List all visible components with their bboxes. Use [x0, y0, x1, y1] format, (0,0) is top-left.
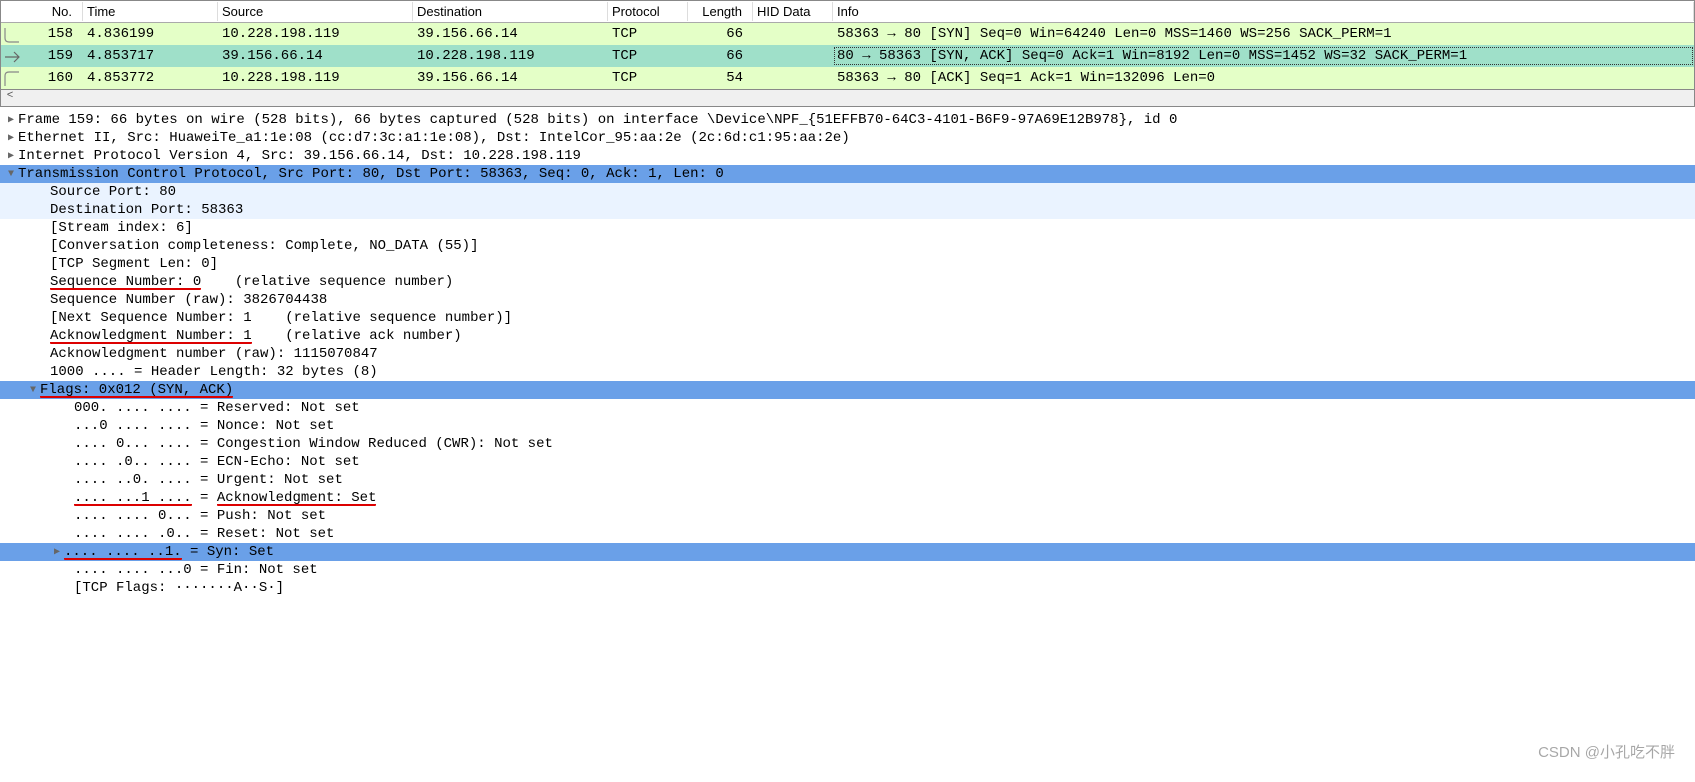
- packet-list: No. Time Source Destination Protocol Len…: [0, 0, 1695, 89]
- tcp-seq[interactable]: Sequence Number: 0 (relative sequence nu…: [0, 273, 1695, 291]
- flag-ecn[interactable]: .... .0.. .... = ECN-Echo: Not set: [0, 453, 1695, 471]
- cell-proto: TCP: [608, 68, 688, 88]
- tcp-flags-str[interactable]: [TCP Flags: ·······A··S·]: [0, 579, 1695, 597]
- col-proto-header[interactable]: Protocol: [608, 2, 688, 21]
- flag-push[interactable]: .... .... 0... = Push: Not set: [0, 507, 1695, 525]
- flag-ack[interactable]: .... ...1 .... = Acknowledgment: Set: [0, 489, 1695, 507]
- tcp-conversation[interactable]: [Conversation completeness: Complete, NO…: [0, 237, 1695, 255]
- seq-suffix: (relative sequence number): [201, 274, 453, 290]
- tcp-flags-node[interactable]: ▼Flags: 0x012 (SYN, ACK): [0, 381, 1695, 399]
- collapse-icon[interactable]: ▼: [26, 385, 40, 396]
- cell-len: 66: [688, 46, 753, 66]
- tcp-node[interactable]: ▼Transmission Control Protocol, Src Port…: [0, 165, 1695, 183]
- cell-proto: TCP: [608, 24, 688, 44]
- cell-hid: [753, 76, 833, 80]
- tcp-seq-raw[interactable]: Sequence Number (raw): 3826704438: [0, 291, 1695, 309]
- related-marker-icon: [3, 70, 21, 88]
- tcp-stream[interactable]: [Stream index: 6]: [0, 219, 1695, 237]
- tcp-hlen[interactable]: 1000 .... = Header Length: 32 bytes (8): [0, 363, 1695, 381]
- flag-reset[interactable]: .... .... .0.. = Reset: Not set: [0, 525, 1695, 543]
- cell-info: 58363 → 80 [ACK] Seq=1 Ack=1 Win=132096 …: [833, 68, 1694, 88]
- ip-text: Internet Protocol Version 4, Src: 39.156…: [18, 148, 581, 164]
- cell-time: 4.836199: [83, 24, 218, 44]
- column-header-row: No. Time Source Destination Protocol Len…: [1, 1, 1694, 23]
- horizontal-scrollbar[interactable]: <: [0, 89, 1695, 107]
- col-src-header[interactable]: Source: [218, 2, 413, 21]
- flag-syn[interactable]: ▶.... .... ..1. = Syn: Set: [0, 543, 1695, 561]
- flag-fin[interactable]: .... .... ...0 = Fin: Not set: [0, 561, 1695, 579]
- packet-row-selected[interactable]: 159 4.853717 39.156.66.14 10.228.198.119…: [1, 45, 1694, 67]
- packet-row[interactable]: 160 4.853772 10.228.198.119 39.156.66.14…: [1, 67, 1694, 89]
- expand-icon[interactable]: ▶: [4, 114, 18, 126]
- cell-dst: 10.228.198.119: [413, 46, 608, 66]
- cell-src: 39.156.66.14: [218, 46, 413, 66]
- tcp-ack-raw[interactable]: Acknowledgment number (raw): 1115070847: [0, 345, 1695, 363]
- tcp-seglen[interactable]: [TCP Segment Len: 0]: [0, 255, 1695, 273]
- tcp-srcport[interactable]: Source Port: 80: [0, 183, 1695, 201]
- col-time-header[interactable]: Time: [83, 2, 218, 21]
- cell-len: 66: [688, 24, 753, 44]
- cell-hid: [753, 32, 833, 36]
- scroll-left-icon[interactable]: <: [1, 90, 19, 106]
- frame-node[interactable]: ▶Frame 159: 66 bytes on wire (528 bits),…: [0, 111, 1695, 129]
- packet-row[interactable]: 158 4.836199 10.228.198.119 39.156.66.14…: [1, 23, 1694, 45]
- expand-icon[interactable]: ▶: [4, 150, 18, 162]
- col-dst-header[interactable]: Destination: [413, 2, 608, 21]
- ethernet-node[interactable]: ▶Ethernet II, Src: HuaweiTe_a1:1e:08 (cc…: [0, 129, 1695, 147]
- flag-urg[interactable]: .... ..0. .... = Urgent: Not set: [0, 471, 1695, 489]
- current-marker-icon: [3, 48, 21, 66]
- col-hid-header[interactable]: HID Data: [753, 2, 833, 21]
- cell-no: 159: [1, 46, 83, 66]
- flag-ack-eq: =: [192, 490, 217, 506]
- seq-underlined: Sequence Number: 0: [50, 274, 201, 290]
- related-marker-icon: [3, 26, 21, 44]
- col-info-header[interactable]: Info: [833, 2, 1694, 21]
- ack-suffix: (relative ack number): [252, 328, 462, 344]
- flag-syn-label: = Syn: Set: [182, 544, 274, 560]
- ip-node[interactable]: ▶Internet Protocol Version 4, Src: 39.15…: [0, 147, 1695, 165]
- flag-nonce[interactable]: ...0 .... .... = Nonce: Not set: [0, 417, 1695, 435]
- tcp-text: Transmission Control Protocol, Src Port:…: [18, 166, 724, 182]
- tcp-nextseq[interactable]: [Next Sequence Number: 1 (relative seque…: [0, 309, 1695, 327]
- flag-ack-label: Acknowledgment: Set: [217, 490, 377, 506]
- collapse-icon[interactable]: ▼: [4, 169, 18, 180]
- expand-icon[interactable]: ▶: [4, 132, 18, 144]
- frame-text: Frame 159: 66 bytes on wire (528 bits), …: [18, 112, 1177, 128]
- flags-text: Flags: 0x012 (SYN, ACK): [40, 382, 233, 398]
- cell-hid: [753, 54, 833, 58]
- flag-syn-bits: .... .... ..1.: [64, 544, 182, 560]
- cell-info: 80 → 58363 [SYN, ACK] Seq=0 Ack=1 Win=81…: [833, 46, 1694, 66]
- cell-no: 158: [1, 24, 83, 44]
- cell-info: 58363 → 80 [SYN] Seq=0 Win=64240 Len=0 M…: [833, 24, 1694, 44]
- cell-time: 4.853717: [83, 46, 218, 66]
- flag-ack-bits: .... ...1 ....: [74, 490, 192, 506]
- cell-src: 10.228.198.119: [218, 24, 413, 44]
- cell-dst: 39.156.66.14: [413, 68, 608, 88]
- expand-icon[interactable]: ▶: [50, 546, 64, 558]
- col-no-header[interactable]: No.: [1, 2, 83, 21]
- cell-src: 10.228.198.119: [218, 68, 413, 88]
- tcp-dstport[interactable]: Destination Port: 58363: [0, 201, 1695, 219]
- cell-time: 4.853772: [83, 68, 218, 88]
- cell-no: 160: [1, 68, 83, 88]
- col-len-header[interactable]: Length: [688, 2, 753, 21]
- watermark: CSDN @小孔吃不胖: [1538, 741, 1675, 762]
- packet-details-pane: ▶Frame 159: 66 bytes on wire (528 bits),…: [0, 107, 1695, 627]
- cell-dst: 39.156.66.14: [413, 24, 608, 44]
- tcp-ack[interactable]: Acknowledgment Number: 1 (relative ack n…: [0, 327, 1695, 345]
- cell-len: 54: [688, 68, 753, 88]
- flag-reserved[interactable]: 000. .... .... = Reserved: Not set: [0, 399, 1695, 417]
- cell-proto: TCP: [608, 46, 688, 66]
- flag-cwr[interactable]: .... 0... .... = Congestion Window Reduc…: [0, 435, 1695, 453]
- ack-underlined: Acknowledgment Number: 1: [50, 328, 252, 344]
- eth-text: Ethernet II, Src: HuaweiTe_a1:1e:08 (cc:…: [18, 130, 850, 146]
